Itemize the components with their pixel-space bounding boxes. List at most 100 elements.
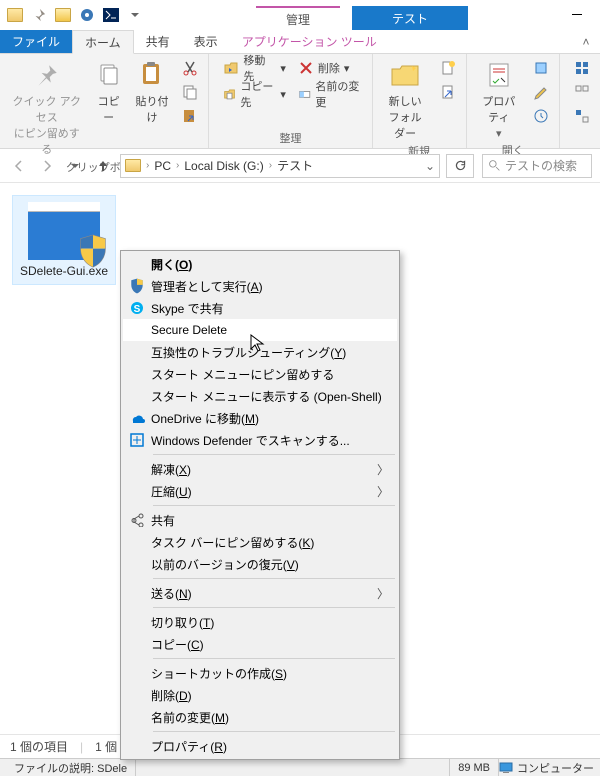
open-icon[interactable] bbox=[529, 57, 553, 79]
tab-app-tools[interactable]: アプリケーション ツール bbox=[230, 30, 389, 53]
tab-view[interactable]: 表示 bbox=[182, 30, 230, 53]
selected-count: 1 個 bbox=[95, 738, 117, 755]
qat-powershell-icon[interactable] bbox=[100, 4, 122, 26]
details-bar: ファイルの説明: SDele 89 MB コンピューター bbox=[0, 758, 600, 776]
paste-label: 貼り付け bbox=[135, 93, 170, 125]
ctx-copy[interactable]: コピー(C) bbox=[123, 633, 397, 655]
file-thumb-icon bbox=[28, 202, 100, 260]
separator bbox=[153, 731, 395, 732]
rename-button[interactable]: 名前の変更 bbox=[294, 83, 366, 105]
invert-selection-icon[interactable] bbox=[570, 105, 594, 127]
copy-to-button[interactable]: コピー先 ▾ bbox=[219, 83, 289, 105]
ctx-share[interactable]: 共有 bbox=[123, 509, 397, 531]
cut-button[interactable] bbox=[178, 57, 202, 79]
paste-button[interactable]: 貼り付け bbox=[130, 57, 175, 159]
qat-dropdown-icon[interactable] bbox=[124, 4, 146, 26]
ctx-skype[interactable]: SSkype で共有 bbox=[123, 297, 397, 319]
group-open: プロパティ▾ 開く bbox=[467, 54, 560, 148]
copy-button[interactable]: コピー bbox=[88, 57, 130, 159]
window-controls bbox=[562, 1, 600, 29]
chevron-icon[interactable]: › bbox=[173, 160, 182, 171]
ctx-secure-delete[interactable]: Secure Delete bbox=[123, 319, 397, 341]
search-box[interactable]: テストの検索 bbox=[482, 154, 592, 178]
pin-quick-access-button[interactable]: クイック アクセス にピン留めする bbox=[6, 57, 88, 159]
share-icon bbox=[130, 513, 144, 527]
file-size: 89 MB bbox=[450, 759, 499, 776]
file-description: ファイルの説明: SDele bbox=[6, 759, 136, 776]
ctx-defender[interactable]: Windows Defender でスキャンする... bbox=[123, 429, 397, 451]
ctx-shortcut[interactable]: ショートカットの作成(S) bbox=[123, 662, 397, 684]
move-to-button[interactable]: 移動先 ▾ bbox=[219, 57, 289, 79]
ctx-run-admin[interactable]: 管理者として実行(A) bbox=[123, 275, 397, 297]
ctx-extract[interactable]: 解凍(X)〉 bbox=[123, 458, 397, 480]
title-bar: 管理 テスト bbox=[0, 0, 600, 30]
group-organize-label: 整理 bbox=[215, 130, 365, 148]
system-folder-icon bbox=[4, 4, 26, 26]
ctx-rename[interactable]: 名前の変更(M) bbox=[123, 706, 397, 728]
ribbon: クイック アクセス にピン留めする コピー 貼り付け クリップボード 移動先 ▾… bbox=[0, 54, 600, 149]
submenu-arrow-icon: 〉 bbox=[377, 461, 389, 478]
breadcrumb-pc[interactable]: PC bbox=[154, 159, 171, 173]
ctx-pin-taskbar[interactable]: タスク バーにピン留めする(K) bbox=[123, 531, 397, 553]
item-count: 1 個の項目 bbox=[10, 738, 68, 755]
ctx-prev-versions[interactable]: 以前のバージョンの復元(V) bbox=[123, 553, 397, 575]
chevron-icon[interactable]: › bbox=[266, 160, 275, 171]
delete-button[interactable]: 削除 ▾ bbox=[294, 57, 366, 79]
tab-file[interactable]: ファイル bbox=[0, 30, 72, 53]
back-button[interactable] bbox=[8, 155, 30, 177]
uac-shield-icon bbox=[78, 234, 108, 268]
computer-icon bbox=[499, 762, 513, 774]
ctx-compress[interactable]: 圧縮(U)〉 bbox=[123, 480, 397, 502]
ctx-open[interactable]: 開く(O) bbox=[123, 253, 397, 275]
select-none-icon[interactable] bbox=[570, 81, 594, 103]
ctx-show-start[interactable]: スタート メニューに表示する (Open-Shell) bbox=[123, 385, 397, 407]
breadcrumb-folder[interactable]: テスト bbox=[277, 157, 313, 174]
file-item[interactable]: SDelete-Gui.exe bbox=[12, 195, 116, 285]
contextual-tab-manage[interactable]: 管理 bbox=[256, 6, 340, 30]
copy-label: コピー bbox=[93, 93, 125, 125]
chevron-icon[interactable]: › bbox=[143, 160, 152, 171]
ribbon-collapse-icon[interactable]: ˄ bbox=[572, 30, 600, 53]
refresh-button[interactable] bbox=[446, 154, 474, 178]
group-organize: 移動先 ▾ コピー先 ▾ 削除 ▾ 名前の変更 整理 bbox=[209, 54, 372, 148]
forward-button[interactable] bbox=[36, 155, 58, 177]
ctx-send-to[interactable]: 送る(N)〉 bbox=[123, 582, 397, 604]
separator bbox=[153, 578, 395, 579]
properties-button[interactable]: プロパティ▾ bbox=[473, 57, 525, 142]
qat-properties-icon[interactable] bbox=[76, 4, 98, 26]
paste-shortcut-button[interactable] bbox=[178, 105, 202, 127]
address-dropdown-icon[interactable]: ⌄ bbox=[425, 159, 435, 173]
tab-home[interactable]: ホーム bbox=[72, 30, 134, 54]
quick-access-toolbar bbox=[0, 4, 146, 26]
group-new: 新しい フォルダー 新規 bbox=[373, 54, 467, 148]
ribbon-tabs: ファイル ホーム 共有 表示 アプリケーション ツール ˄ bbox=[0, 30, 600, 54]
svg-text:S: S bbox=[134, 304, 141, 315]
group-select bbox=[560, 54, 600, 148]
tab-share[interactable]: 共有 bbox=[134, 30, 182, 53]
submenu-arrow-icon: 〉 bbox=[377, 585, 389, 602]
history-icon[interactable] bbox=[529, 105, 553, 127]
up-button[interactable] bbox=[92, 155, 114, 177]
ctx-properties[interactable]: プロパティ(R) bbox=[123, 735, 397, 757]
edit-icon[interactable] bbox=[529, 81, 553, 103]
ctx-cut[interactable]: 切り取り(T) bbox=[123, 611, 397, 633]
copy-path-button[interactable] bbox=[178, 81, 202, 103]
ctx-pin-start[interactable]: スタート メニューにピン留めする bbox=[123, 363, 397, 385]
easy-access-icon[interactable] bbox=[436, 81, 460, 103]
submenu-arrow-icon: 〉 bbox=[377, 483, 389, 500]
ctx-onedrive[interactable]: OneDrive に移動(M) bbox=[123, 407, 397, 429]
separator bbox=[153, 607, 395, 608]
separator bbox=[153, 454, 395, 455]
qat-new-folder-icon[interactable] bbox=[52, 4, 74, 26]
new-item-icon[interactable] bbox=[436, 57, 460, 79]
new-folder-button[interactable]: 新しい フォルダー bbox=[379, 57, 432, 143]
select-all-icon[interactable] bbox=[570, 57, 594, 79]
cloud-icon bbox=[129, 412, 145, 424]
ctx-compat[interactable]: 互換性のトラブルシューティング(Y) bbox=[123, 341, 397, 363]
ctx-delete[interactable]: 削除(D) bbox=[123, 684, 397, 706]
address-bar[interactable]: › PC › Local Disk (G:) › テスト ⌄ bbox=[120, 154, 440, 178]
breadcrumb-disk[interactable]: Local Disk (G:) bbox=[184, 159, 263, 173]
context-menu: 開く(O) 管理者として実行(A) SSkype で共有 Secure Dele… bbox=[120, 250, 400, 760]
qat-pin-icon[interactable] bbox=[28, 4, 50, 26]
minimize-button[interactable] bbox=[562, 1, 592, 29]
